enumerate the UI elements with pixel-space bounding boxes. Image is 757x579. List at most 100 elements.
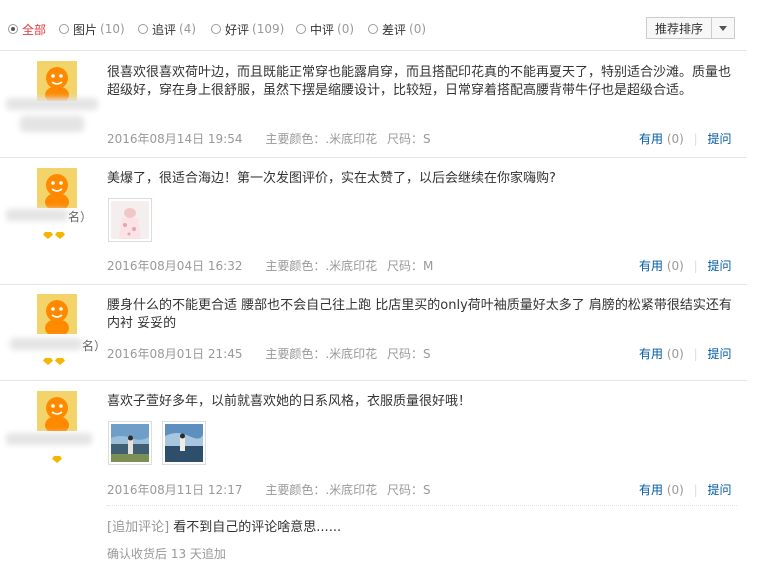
color-value: .米底印花 (325, 483, 378, 497)
filter-count: (10) (100, 22, 125, 36)
avatar-icon (37, 61, 77, 101)
size-value: S (423, 132, 431, 146)
ask-button[interactable]: 提问 (708, 483, 732, 497)
ask-button[interactable]: 提问 (708, 347, 732, 361)
medal-icon (43, 358, 53, 365)
review-text: 腰身什么的不能更合适 腰部也不会自己往上跑 比店里买的only荷叶袖质量好太多了… (107, 298, 732, 331)
size-value: M (423, 259, 434, 273)
filter-label: 中评 (310, 22, 335, 37)
filter-count: (0) (409, 22, 427, 36)
chevron-down-icon (711, 18, 734, 38)
filter-followup[interactable]: 追评 (4) (138, 21, 196, 37)
color-label: 主要颜色： (265, 483, 326, 497)
medal-icon (55, 232, 65, 239)
filter-negative[interactable]: 差评 (0) (368, 21, 426, 37)
color-label: 主要颜色： (265, 259, 326, 273)
username-blur (20, 116, 84, 132)
filter-label: 图片 (73, 22, 98, 37)
ask-button[interactable]: 提问 (708, 132, 732, 146)
review-date: 2016年08月11日 12:17 (107, 483, 243, 497)
review-date: 2016年08月01日 21:45 (107, 347, 243, 361)
review-photo[interactable] (162, 421, 206, 465)
medal-icon (55, 358, 65, 365)
user-level-medals (43, 358, 65, 365)
useful-button[interactable]: 有用 (639, 483, 663, 497)
username-blur (6, 98, 98, 110)
filter-count: (0) (337, 22, 355, 36)
color-value: .米底印花 (325, 132, 378, 146)
color-value: .米底印花 (325, 347, 378, 361)
review-meta: 2016年08月01日 21:45 主要颜色：.米底印花 尺码：S (107, 345, 431, 362)
avatar-icon (37, 391, 77, 431)
filter-images[interactable]: 图片 (10) (59, 21, 125, 37)
review-item: 喜欢子萱好多年，以前就喜欢她的日系风格，衣服质量很好哦！ 2016年08月11日… (0, 380, 747, 579)
username-suffix: 名） (82, 339, 107, 353)
filter-label: 追评 (152, 22, 177, 37)
followup-time-note: 确认收货后 13 天追加 (107, 547, 226, 561)
review-item: 很喜欢很喜欢荷叶边，而且既能正常穿也能露肩穿，而且搭配印花真的不能再夏天了，特别… (0, 50, 747, 158)
user-level-medals (52, 456, 62, 463)
filter-label: 好评 (225, 22, 250, 37)
username-blur (10, 338, 82, 350)
color-value: .米底印花 (325, 259, 378, 273)
size-label: 尺码： (386, 347, 423, 361)
useful-button[interactable]: 有用 (639, 132, 663, 146)
useful-count: (0) (666, 132, 684, 146)
followup-tag: [追加评论] (107, 520, 170, 535)
photo-thumbnail (165, 424, 203, 462)
sort-dropdown[interactable]: 推荐排序 (646, 17, 735, 39)
size-label: 尺码： (386, 132, 423, 146)
review-filter-bar: 全部 图片 (10) 追评 (4) 好评 (109) 中评 (0) 差评 (0)… (0, 0, 747, 51)
review-meta: 2016年08月11日 12:17 主要颜色：.米底印花 尺码：S (107, 481, 431, 498)
followup-comment: [追加评论] 看不到自己的评论啥意思...... (107, 516, 341, 535)
review-date: 2016年08月04日 16:32 (107, 259, 243, 273)
filter-neutral[interactable]: 中评 (0) (296, 21, 354, 37)
review-date: 2016年08月14日 19:54 (107, 132, 243, 146)
review-item: 名） 腰身什么的不能更合适 腰部也不会自己往上跑 比店里买的only荷叶袖质量好… (0, 284, 747, 381)
review-text: 美爆了，很适合海边！第一次发图评价，实在太赞了，以后会继续在你家嗨购? (107, 171, 556, 186)
ask-button[interactable]: 提问 (708, 259, 732, 273)
radio-icon (8, 24, 18, 34)
review-actions: 有用 (0) | 提问 (639, 483, 732, 497)
filter-label: 全部 (22, 22, 47, 37)
radio-icon (59, 24, 69, 34)
sort-label: 推荐排序 (654, 21, 703, 36)
followup-text: 看不到自己的评论啥意思...... (173, 520, 342, 535)
radio-icon (296, 24, 306, 34)
username-suffix: 名） (68, 210, 93, 224)
useful-button[interactable]: 有用 (639, 259, 663, 273)
filter-count: (109) (252, 22, 285, 36)
review-photo[interactable] (108, 421, 152, 465)
useful-count: (0) (666, 347, 684, 361)
medal-icon (52, 456, 62, 463)
review-item: 名） 美爆了，很适合海边！第一次发图评价，实在太赞了，以后会继续在你家嗨购? 2… (0, 157, 747, 285)
radio-icon (138, 24, 148, 34)
radio-icon (368, 24, 378, 34)
review-photo[interactable] (108, 198, 152, 242)
filter-count: (4) (179, 22, 197, 36)
useful-count: (0) (666, 483, 684, 497)
review-actions: 有用 (0) | 提问 (639, 259, 732, 273)
divider (107, 505, 737, 506)
useful-count: (0) (666, 259, 684, 273)
review-actions: 有用 (0) | 提问 (639, 347, 732, 361)
color-label: 主要颜色： (265, 347, 326, 361)
avatar-icon (37, 294, 77, 334)
review-text: 很喜欢很喜欢荷叶边，而且既能正常穿也能露肩穿，而且搭配印花真的不能再夏天了，特别… (107, 65, 732, 98)
user-level-medals (43, 232, 65, 239)
size-value: S (423, 483, 431, 497)
review-meta: 2016年08月04日 16:32 主要颜色：.米底印花 尺码：M (107, 257, 433, 274)
filter-all[interactable]: 全部 (8, 21, 46, 37)
photo-thumbnail (111, 424, 149, 462)
username-blur (6, 433, 92, 445)
size-value: S (423, 347, 431, 361)
useful-button[interactable]: 有用 (639, 347, 663, 361)
filter-label: 差评 (382, 22, 407, 37)
filter-positive[interactable]: 好评 (109) (211, 21, 284, 37)
medal-icon (43, 232, 53, 239)
review-meta: 2016年08月14日 19:54 主要颜色：.米底印花 尺码：S (107, 130, 431, 147)
radio-icon (211, 24, 221, 34)
review-actions: 有用 (0) | 提问 (639, 132, 732, 146)
review-text: 喜欢子萱好多年，以前就喜欢她的日系风格，衣服质量很好哦！ (107, 394, 472, 409)
size-label: 尺码： (386, 483, 423, 497)
